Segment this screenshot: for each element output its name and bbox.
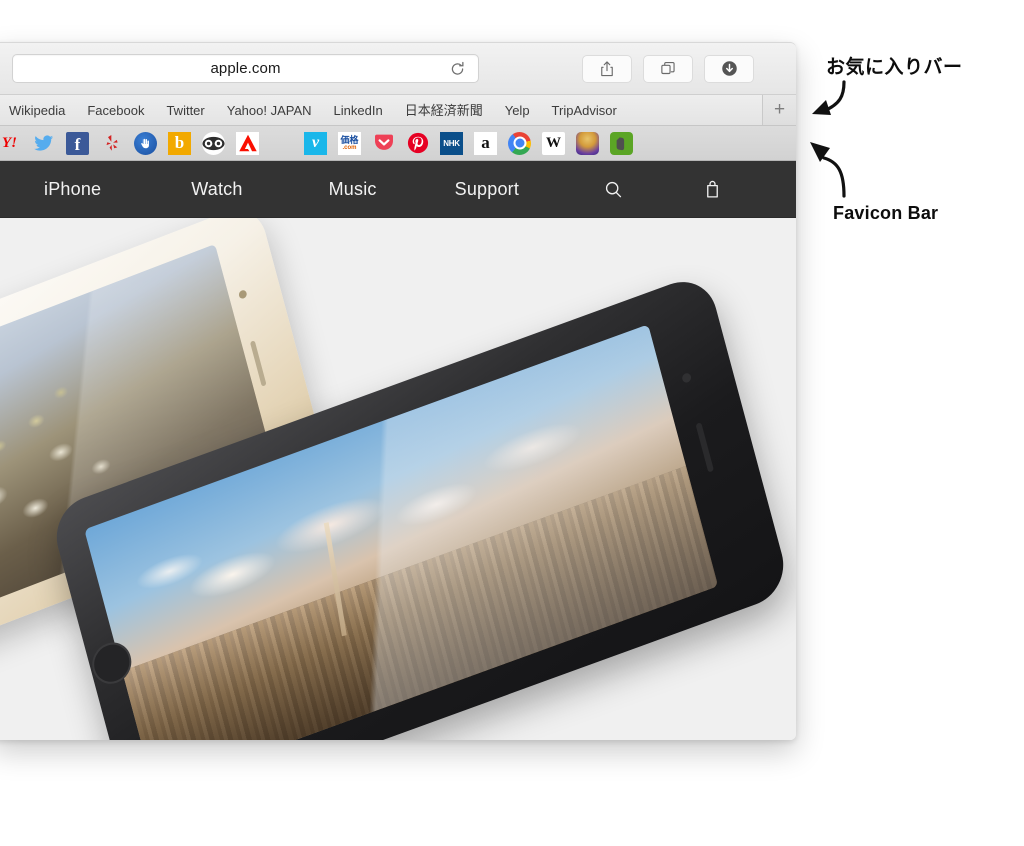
bing-favicon-glyph: b bbox=[174, 133, 185, 152]
yelp-favicon[interactable] bbox=[100, 132, 123, 155]
pinterest-favicon[interactable] bbox=[406, 132, 429, 155]
address-bar[interactable]: apple.com bbox=[12, 54, 479, 83]
twitter-favicon[interactable] bbox=[32, 132, 55, 155]
downloads-button[interactable] bbox=[704, 54, 754, 83]
bing-favicon[interactable]: b bbox=[168, 131, 191, 155]
iphone-gray-camera bbox=[681, 372, 693, 384]
bookmark-facebook[interactable]: Facebook bbox=[76, 95, 155, 125]
pocket-favicon[interactable] bbox=[372, 132, 395, 155]
microsoft-favicon[interactable] bbox=[270, 132, 293, 155]
kakaku-favicon-glyph2: .com bbox=[342, 144, 357, 151]
iphone-gray-earpiece bbox=[695, 422, 715, 473]
bookmark-wikipedia[interactable]: Wikipedia bbox=[0, 95, 76, 125]
iphone-gold-earpiece bbox=[249, 339, 267, 387]
address-bar-text: apple.com bbox=[210, 60, 281, 77]
bookmark-linkedin[interactable]: LinkedIn bbox=[323, 95, 394, 125]
bookmark-yahoo-japan[interactable]: Yahoo! JAPAN bbox=[216, 95, 323, 125]
toolbar-button-group bbox=[582, 54, 786, 83]
bookmark-twitter[interactable]: Twitter bbox=[155, 95, 215, 125]
nhk-favicon[interactable]: NHK bbox=[440, 131, 463, 155]
page-content: iPhone Watch Music Support bbox=[0, 161, 796, 740]
bookmark-nikkei[interactable]: 日本経済新聞 bbox=[394, 95, 494, 125]
browser-window: apple.com Wikipedia Facebook Twitter Yah… bbox=[0, 42, 796, 740]
travel-favicon[interactable] bbox=[576, 131, 599, 155]
favorites-bar: Wikipedia Facebook Twitter Yahoo! JAPAN … bbox=[0, 95, 796, 126]
blue-circle-favicon[interactable] bbox=[134, 131, 157, 155]
nav-link-iphone[interactable]: iPhone bbox=[44, 179, 101, 200]
reload-icon[interactable] bbox=[449, 60, 466, 77]
kakaku-favicon[interactable]: 価格 .com bbox=[338, 131, 361, 155]
kakaku-favicon-glyph: 価格 bbox=[340, 134, 359, 145]
wikipedia-favicon[interactable]: W bbox=[542, 131, 565, 155]
hero-image bbox=[0, 218, 796, 740]
vimeo-favicon[interactable]: v bbox=[304, 131, 327, 155]
bookmark-tripadvisor[interactable]: TripAdvisor bbox=[541, 95, 628, 125]
nav-link-support[interactable]: Support bbox=[455, 179, 519, 200]
share-button[interactable] bbox=[582, 54, 632, 83]
iphone-gold-camera bbox=[238, 289, 248, 301]
favorites-bar-annotation-arrow bbox=[800, 78, 860, 131]
facebook-favicon-glyph: f bbox=[74, 135, 81, 154]
shopping-bag-icon[interactable] bbox=[702, 179, 723, 200]
nhk-favicon-glyph: NHK bbox=[443, 138, 460, 148]
yahoo-favicon-glyph: Y! bbox=[2, 134, 17, 151]
tab-overview-button[interactable] bbox=[643, 54, 693, 83]
search-icon[interactable] bbox=[603, 179, 624, 200]
add-bookmark-button[interactable]: + bbox=[762, 95, 796, 125]
tripadvisor-favicon[interactable] bbox=[202, 131, 225, 155]
nav-link-music[interactable]: Music bbox=[329, 179, 377, 200]
facebook-favicon[interactable]: f bbox=[66, 131, 89, 155]
favicon-bar-annotation-arrow bbox=[800, 136, 862, 207]
favicon-bar: Y! f b v 価格 .com NHK a W bbox=[0, 126, 796, 161]
adobe-favicon[interactable] bbox=[236, 131, 259, 155]
chrome-favicon[interactable] bbox=[508, 131, 531, 155]
apple-site-nav: iPhone Watch Music Support bbox=[0, 161, 796, 218]
wikipedia-favicon-glyph: W bbox=[546, 134, 561, 151]
amazon-favicon-glyph: a bbox=[481, 133, 490, 152]
vimeo-favicon-glyph: v bbox=[311, 134, 320, 151]
bookmark-yelp[interactable]: Yelp bbox=[494, 95, 541, 125]
amazon-favicon[interactable]: a bbox=[474, 131, 497, 155]
browser-toolbar: apple.com bbox=[0, 43, 796, 95]
evernote-favicon[interactable] bbox=[610, 131, 633, 155]
favorites-bar-annotation-label: お気に入りバー bbox=[826, 57, 963, 78]
favorites-bar-items: Wikipedia Facebook Twitter Yahoo! JAPAN … bbox=[0, 95, 762, 125]
yahoo-favicon[interactable]: Y! bbox=[0, 132, 21, 155]
nav-link-watch[interactable]: Watch bbox=[191, 179, 242, 200]
